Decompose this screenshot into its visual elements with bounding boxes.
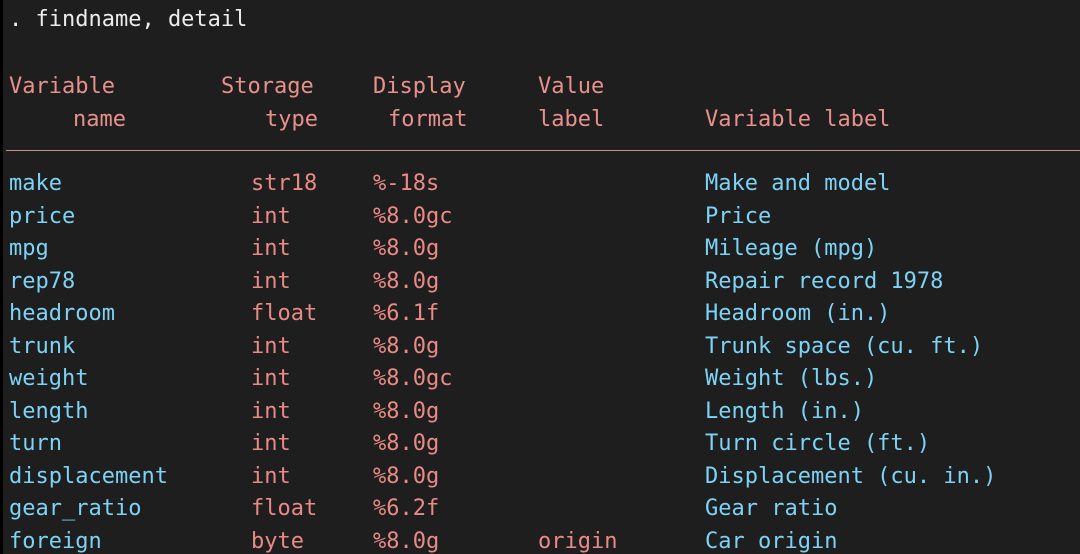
header-storage: Storage [221,74,314,99]
table-row: rep78 int %8.0g Repair record 1978 [3,266,1080,298]
variable-label: Turn circle (ft.) [705,431,931,456]
header-format: format [388,107,468,132]
table-row: price int %8.0gc Price [3,201,1080,233]
variable-label: Make and model [705,171,891,196]
table-row: mpg int %8.0g Mileage (mpg) [3,233,1080,265]
storage-type: int [251,464,291,489]
value-label: origin [538,529,618,554]
header-divider [6,150,1080,151]
display-format: %6.2f [373,496,440,521]
display-format: %8.0g [373,529,440,554]
table-row: trunk int %8.0g Trunk space (cu. ft.) [3,331,1080,363]
variable-label: Length (in.) [705,399,864,424]
display-format: %-18s [373,171,440,196]
variable-name[interactable]: trunk [9,331,75,363]
storage-type: byte [251,529,304,554]
header-label: label [538,107,605,132]
variable-name[interactable]: mpg [9,233,49,265]
variable-name[interactable]: make [9,168,62,200]
table-row: turn int %8.0g Turn circle (ft.) [3,428,1080,460]
header-type: type [265,107,318,132]
variable-name[interactable]: foreign [9,526,102,554]
variable-label: Mileage (mpg) [705,236,878,261]
variable-name[interactable]: turn [9,428,62,460]
table-row: foreign byte %8.0g origin Car origin [3,526,1080,554]
display-format: %8.0g [373,236,440,261]
header-display: Display [373,74,466,99]
table-row: make str18 %-18s Make and model [3,168,1080,200]
variable-label: Weight (lbs.) [705,366,878,391]
storage-type: float [251,496,318,521]
display-format: %8.0g [373,399,440,424]
variable-label: Gear ratio [705,496,838,521]
storage-type: float [251,301,318,326]
variable-label: Headroom (in.) [705,301,891,326]
variable-name[interactable]: displacement [9,461,168,493]
command-line: . findname, detail [9,7,248,32]
variable-label: Car origin [705,529,838,554]
display-format: %8.0g [373,334,440,359]
storage-type: int [251,431,291,456]
storage-type: int [251,366,291,391]
variable-name[interactable]: rep78 [9,266,75,298]
display-format: %8.0gc [373,366,453,391]
variable-name[interactable]: weight [9,363,88,395]
variable-name[interactable]: price [9,201,75,233]
display-format: %8.0g [373,269,440,294]
storage-type: int [251,269,291,294]
display-format: %8.0gc [373,204,453,229]
storage-type: int [251,399,291,424]
header-variable-label: Variable label [705,107,891,132]
header-name: name [73,107,126,132]
storage-type: int [251,334,291,359]
table-row: gear_ratio float %6.2f Gear ratio [3,493,1080,525]
variable-name[interactable]: length [9,396,88,428]
variable-name[interactable]: headroom [9,298,115,330]
table-row: displacement int %8.0g Displacement (cu. in… [3,461,1080,493]
table-row: headroom float %6.1f Headroom (in.) [3,298,1080,330]
variable-name[interactable]: gear_ratio [9,493,141,525]
variable-label: Displacement (cu. in.) [705,464,997,489]
variable-label: Repair record 1978 [705,269,944,294]
variable-label: Price [705,204,772,229]
table-row: weight int %8.0gc Weight (lbs.) [3,363,1080,395]
storage-type: int [251,236,291,261]
display-format: %6.1f [373,301,440,326]
storage-type: str18 [251,171,318,196]
header-variable: Variable [9,74,115,99]
header-value: Value [538,74,605,99]
display-format: %8.0g [373,464,440,489]
table-row: length int %8.0g Length (in.) [3,396,1080,428]
storage-type: int [251,204,291,229]
display-format: %8.0g [373,431,440,456]
results-window: . findname, detail Variable name Storage… [0,0,1080,554]
variable-label: Trunk space (cu. ft.) [705,334,984,359]
